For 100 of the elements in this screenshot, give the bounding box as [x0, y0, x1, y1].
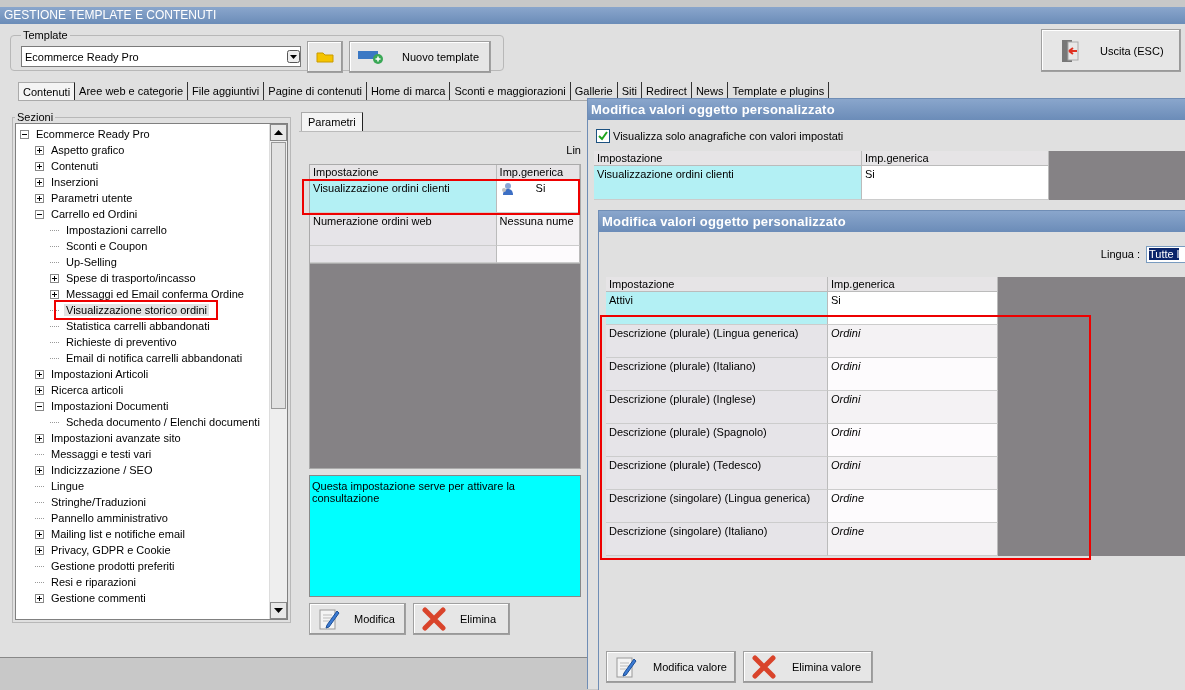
close-icon [422, 607, 446, 631]
collapse-icon[interactable] [35, 209, 44, 219]
table-cell: Ordini [828, 424, 998, 457]
expand-icon[interactable] [35, 385, 44, 395]
edit-button[interactable]: Modifica [309, 603, 406, 635]
expand-icon[interactable] [35, 465, 44, 475]
tree-item[interactable]: Gestione commenti [49, 592, 148, 604]
tree-item[interactable]: Aspetto grafico [49, 144, 127, 156]
window-title: GESTIONE TEMPLATE E CONTENUTI [0, 7, 1185, 24]
add-icon [358, 48, 384, 65]
new-template-button[interactable]: Nuovo template [349, 40, 491, 73]
expand-icon[interactable] [35, 177, 44, 187]
close-icon [752, 655, 776, 679]
tree-item[interactable]: Email di notifica carrelli abbandonati [64, 352, 245, 364]
exit-door-icon [1060, 38, 1080, 63]
cell-text: Si [535, 182, 546, 194]
tree-item[interactable]: Parametri utente [49, 192, 135, 204]
scroll-up-icon [274, 130, 283, 135]
expand-icon[interactable] [35, 193, 44, 203]
expand-icon[interactable] [35, 161, 44, 171]
table-cell: Visualizzazione ordini clienti [594, 166, 862, 200]
table-cell: Descrizione (plurale) (Spagnolo) [606, 424, 828, 457]
tree-item[interactable]: Messaggi ed Email conferma Ordine [64, 288, 246, 300]
expand-icon[interactable] [35, 369, 44, 379]
checkbox[interactable] [596, 129, 610, 143]
tree-item[interactable]: Messaggi e testi vari [49, 448, 154, 460]
column-header: Impostazione [606, 277, 828, 292]
table-cell: Si [828, 292, 998, 325]
table-cell: Ordini [828, 325, 998, 358]
expand-icon[interactable] [35, 433, 44, 443]
tree-item[interactable]: Gestione prodotti preferiti [49, 560, 177, 572]
field-label: Lin [566, 144, 581, 158]
expand-icon[interactable] [35, 545, 44, 555]
tree-item[interactable]: Pannello amministrativo [49, 512, 170, 524]
table-cell: Attivi [606, 292, 828, 325]
tree-item[interactable]: Impostazioni Documenti [49, 400, 171, 412]
tree-item[interactable]: Contenuti [49, 160, 101, 172]
tree-item[interactable]: Scheda documento / Elenchi documenti [64, 416, 262, 428]
tree-item[interactable]: Inserzioni [49, 176, 101, 188]
tree-item[interactable]: Carrello ed Ordini [49, 208, 140, 220]
collapse-icon[interactable] [35, 401, 44, 411]
table-cell: Ordine [828, 490, 998, 523]
table-cell: Descrizione (singolare) (Lingua generica) [606, 490, 828, 523]
checkmark-icon [598, 131, 608, 141]
description-text: Questa impostazione serve per attivare la consultazione [309, 475, 581, 597]
column-header: Imp.generica [828, 277, 998, 292]
table-cell: Descrizione (singolare) (Italiano) [606, 523, 828, 556]
expand-icon[interactable] [50, 289, 59, 299]
language-field[interactable]: Tutte l [1146, 245, 1185, 263]
checkbox-label: Visualizza solo anagrafiche con valori impostati [613, 130, 844, 142]
exit-button[interactable]: Uscita (ESC) [1041, 29, 1181, 72]
table-cell: Descrizione (plurale) (Italiano) [606, 358, 828, 391]
table-cell: Si [862, 166, 1049, 200]
tree-item[interactable]: Impostazioni Articoli [49, 368, 151, 380]
edit-icon [615, 655, 637, 679]
group-label: Template [22, 29, 69, 41]
tree-item[interactable]: Up-Selling [64, 256, 119, 268]
expand-icon[interactable] [50, 273, 59, 283]
scrollbar[interactable] [269, 124, 287, 619]
template-dropdown[interactable]: Ecommerce Ready Pro [21, 46, 301, 67]
tab[interactable]: Parametri [301, 112, 363, 131]
tree-item[interactable]: Stringhe/Traduzioni [49, 496, 148, 508]
dialog-title: Modifica valori oggetto personalizzato [599, 211, 1185, 232]
tree-item[interactable]: Impostazioni avanzate sito [49, 432, 183, 444]
tree-item[interactable]: Privacy, GDPR e Cookie [49, 544, 173, 556]
tree-item[interactable]: Ricerca articoli [49, 384, 126, 396]
tree-item[interactable]: Indicizzazione / SEO [49, 464, 155, 476]
table-cell: Ordini [828, 358, 998, 391]
table-cell: Nessuna nume [496, 213, 580, 246]
tree-item[interactable]: Richieste di preventivo [64, 336, 179, 348]
dialog-title: Modifica valori oggetto personalizzato [588, 99, 1185, 120]
group-label: Sezioni [16, 111, 55, 123]
folder-icon [316, 50, 334, 63]
tree-item[interactable]: Spese di trasporto/incasso [64, 272, 198, 284]
table-cell: Ordini [828, 457, 998, 490]
delete-button[interactable]: Elimina valore [743, 651, 873, 683]
expand-icon[interactable] [35, 593, 44, 603]
collapse-icon[interactable] [20, 129, 29, 139]
expand-icon[interactable] [35, 145, 44, 155]
table-cell: Ordine [828, 523, 998, 556]
column-header: Imp.generica [862, 151, 1049, 166]
table-cell: Descrizione (plurale) (Tedesco) [606, 457, 828, 490]
tree-item[interactable]: Statistica carrelli abbandonati [64, 320, 212, 332]
table-cell: Ordini [828, 391, 998, 424]
tree-item[interactable]: Ecommerce Ready Pro [34, 128, 152, 140]
tree-item[interactable]: Visualizzazione storico ordini [64, 304, 210, 316]
tab[interactable]: Contenuti [18, 82, 76, 100]
tree-item[interactable]: Sconti e Coupon [64, 240, 150, 252]
scroll-down-icon [274, 608, 283, 613]
column-header: Impostazione [594, 151, 862, 166]
field-label: Lingua : [1100, 248, 1140, 260]
edit-button[interactable]: Modifica valore [606, 651, 736, 683]
delete-button[interactable]: Elimina [413, 603, 510, 635]
tree-item[interactable]: Mailing list e notifiche email [49, 528, 187, 540]
table-cell: Descrizione (plurale) (Lingua generica) [606, 325, 828, 358]
tree-item[interactable]: Impostazioni carrello [64, 224, 169, 236]
tree-item[interactable]: Resi e riparazioni [49, 576, 138, 588]
tree-item[interactable]: Lingue [49, 480, 87, 492]
folder-button[interactable] [307, 40, 343, 73]
expand-icon[interactable] [35, 529, 44, 539]
